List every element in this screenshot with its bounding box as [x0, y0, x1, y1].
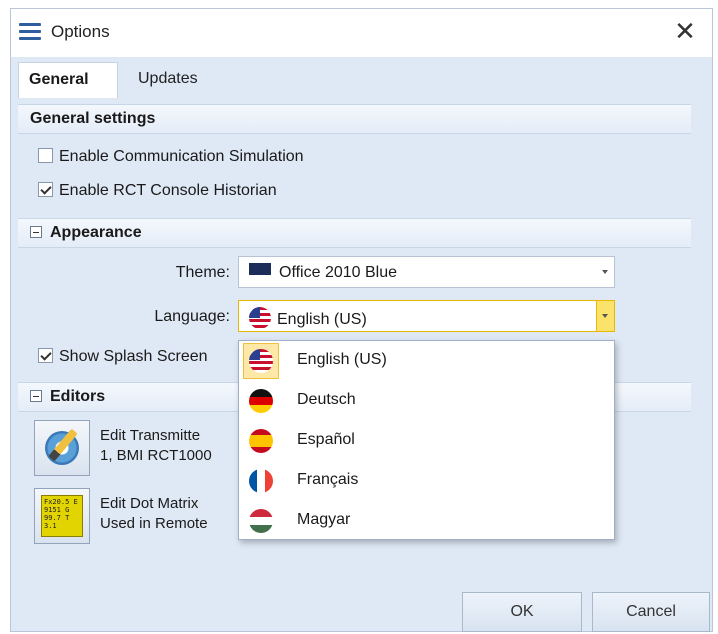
- tab-updates[interactable]: Updates: [128, 62, 218, 98]
- us-flag-icon: [249, 307, 271, 329]
- theme-value: Office 2010 Blue: [279, 264, 398, 281]
- language-option-espanol[interactable]: Español: [239, 421, 614, 461]
- appearance-title: Appearance: [50, 224, 142, 241]
- language-combo[interactable]: English (US): [238, 300, 615, 332]
- close-button[interactable]: ✕: [668, 15, 702, 49]
- editor-dot-matrix-line1: Edit Dot Matrix: [100, 495, 199, 512]
- splash-screen-label: Show Splash Screen: [59, 348, 208, 365]
- us-flag-icon: [249, 349, 273, 373]
- ok-button[interactable]: OK: [462, 592, 582, 632]
- theme-dropdown-button[interactable]: [596, 257, 614, 287]
- language-dropdown-button[interactable]: [596, 301, 614, 331]
- language-label: Language:: [154, 308, 230, 325]
- language-option-francais[interactable]: Français: [239, 461, 614, 501]
- cancel-button[interactable]: Cancel: [592, 592, 710, 632]
- console-historian-label: Enable RCT Console Historian: [59, 182, 277, 199]
- language-value: English (US): [277, 311, 367, 328]
- language-option-deutsch[interactable]: Deutsch: [239, 381, 614, 421]
- menu-icon[interactable]: [19, 23, 41, 43]
- chevron-down-icon: [602, 314, 608, 318]
- editor-dot-matrix-description: Edit Dot Matrix Used in Remote: [100, 494, 208, 534]
- es-flag-icon: [249, 429, 273, 453]
- language-option-label: Français: [297, 471, 359, 488]
- chevron-down-icon: [602, 270, 608, 274]
- theme-combo[interactable]: Office 2010 Blue: [238, 256, 615, 288]
- language-option-magyar[interactable]: Magyar: [239, 501, 614, 541]
- editor-transmitter-description: Edit Transmitte 1, BMI RCT1000: [100, 426, 212, 466]
- editor-dot-matrix-line2: Used in Remote: [100, 515, 208, 532]
- language-dropdown-list: English (US) Deutsch Español Français Ma…: [238, 340, 615, 540]
- language-option-english[interactable]: English (US): [239, 341, 614, 381]
- title-bar: Options ✕: [11, 9, 712, 57]
- general-settings-header: General settings: [18, 104, 691, 134]
- appearance-header[interactable]: Appearance: [18, 218, 691, 248]
- general-settings-title: General settings: [30, 110, 156, 127]
- splash-screen-checkbox[interactable]: [38, 348, 53, 363]
- communication-simulation-label: Enable Communication Simulation: [59, 148, 304, 165]
- option-splash-screen[interactable]: Show Splash Screen: [38, 348, 208, 366]
- theme-label: Theme:: [175, 264, 230, 281]
- editor-transmitter-line1: Edit Transmitte: [100, 427, 201, 444]
- language-option-label: Magyar: [297, 511, 351, 528]
- communication-simulation-checkbox[interactable]: [38, 148, 53, 163]
- theme-swatch-icon: [249, 263, 271, 275]
- de-flag-icon: [249, 389, 273, 413]
- collapse-icon[interactable]: [30, 390, 42, 402]
- language-option-label: English (US): [297, 351, 387, 368]
- edit-dot-matrix-button[interactable]: Fx20.5 E 9151 G 99.7 T 3.1: [34, 488, 90, 544]
- hu-flag-icon: [249, 509, 273, 533]
- editors-title: Editors: [50, 388, 106, 405]
- console-historian-checkbox[interactable]: [38, 182, 53, 197]
- fr-flag-icon: [249, 469, 273, 493]
- edit-transmitter-button[interactable]: [34, 420, 90, 476]
- option-console-historian[interactable]: Enable RCT Console Historian: [38, 182, 277, 200]
- dot-matrix-icon: Fx20.5 E 9151 G 99.7 T 3.1: [41, 495, 83, 537]
- language-option-label: Español: [297, 431, 355, 448]
- option-communication-simulation[interactable]: Enable Communication Simulation: [38, 148, 304, 166]
- tab-general[interactable]: General: [18, 62, 118, 98]
- collapse-icon[interactable]: [30, 226, 42, 238]
- window-title: Options: [51, 22, 110, 41]
- editor-transmitter-line2: 1, BMI RCT1000: [100, 447, 212, 464]
- language-option-label: Deutsch: [297, 391, 356, 408]
